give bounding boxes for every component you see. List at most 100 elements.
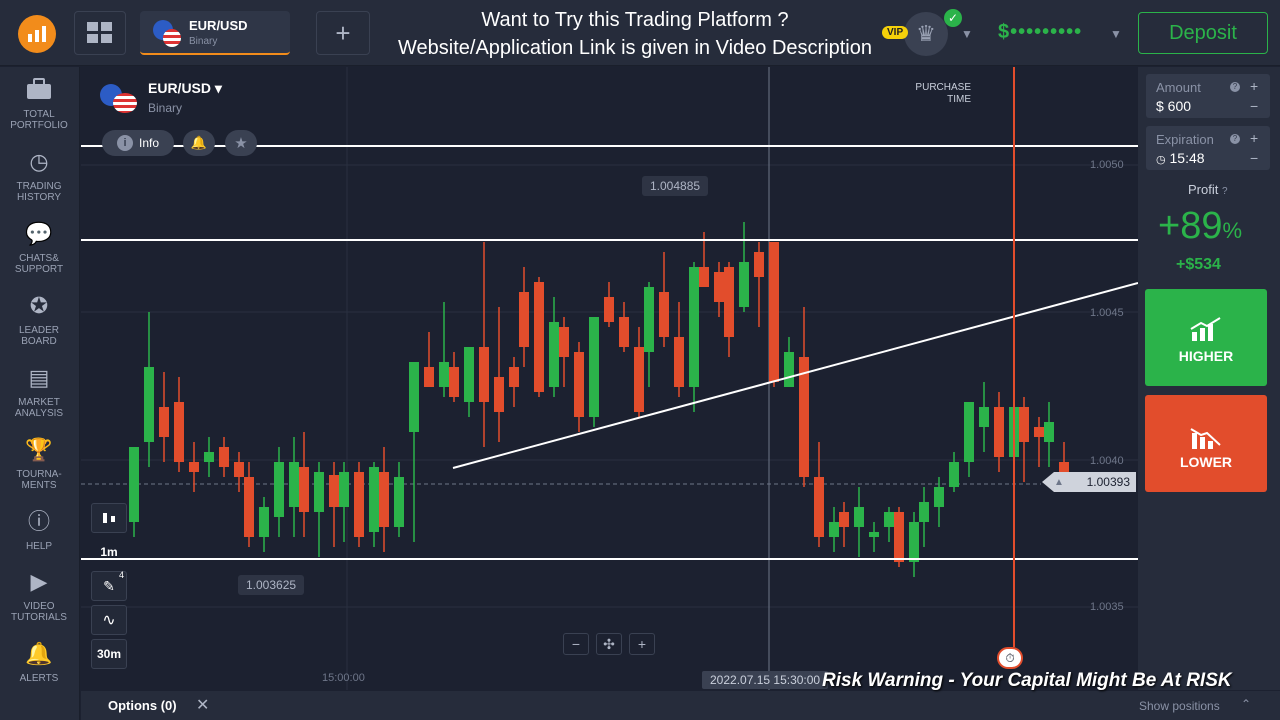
price-chart[interactable]: [81, 67, 1138, 690]
y-tick-label: 1.0045: [1090, 307, 1124, 319]
chart-asset-type: Binary: [148, 101, 183, 115]
amount-field[interactable]: Amount ? $ 600 + −: [1146, 74, 1270, 118]
zoom-in-button[interactable]: +: [629, 633, 655, 655]
sidebar-item-trading-history[interactable]: ◷ TRADING HISTORY: [0, 149, 78, 203]
candle-body: [699, 267, 709, 287]
info-button[interactable]: i Info: [102, 130, 174, 156]
account-crown-icon[interactable]: ♛: [904, 12, 948, 56]
candle-body: [424, 367, 434, 387]
candle-body: [934, 487, 944, 507]
info-label: Info: [138, 136, 159, 150]
pencil-icon: ✎: [103, 577, 115, 594]
percent-sign: %: [1222, 218, 1243, 243]
expiration-timer-icon[interactable]: ⏱: [997, 647, 1023, 669]
favorite-star-button[interactable]: ★: [225, 130, 257, 156]
zoom-out-button[interactable]: −: [563, 633, 589, 655]
expiration-value[interactable]: ◷ 15:48: [1156, 150, 1205, 166]
candle-body: [439, 362, 449, 387]
expiration-increase-button[interactable]: +: [1250, 130, 1258, 146]
candle-body: [1034, 427, 1044, 437]
candle-body: [219, 447, 229, 467]
candle-body: [189, 462, 199, 472]
bell-icon: 🔔: [190, 135, 208, 150]
help-icon: ?: [1221, 186, 1228, 197]
expiration-decrease-button[interactable]: −: [1250, 150, 1258, 166]
timeframe-button[interactable]: 1m: [91, 537, 127, 567]
amount-value[interactable]: $ 600: [1156, 98, 1191, 114]
candle-body: [289, 462, 299, 507]
candle-body: [509, 367, 519, 387]
candle-body: [394, 477, 404, 527]
candle-body: [909, 522, 919, 562]
candles-group: [129, 222, 1069, 577]
zoom-reset-button[interactable]: ✣: [596, 633, 622, 655]
profit-label-text: Profit: [1188, 182, 1219, 197]
candle-body: [234, 462, 244, 477]
sidebar-item-alerts[interactable]: 🔔 ALERTS: [0, 641, 78, 684]
drawing-tools-button[interactable]: ✎ 4: [91, 570, 127, 601]
caret-down-icon: ▾: [214, 80, 222, 96]
show-positions-link[interactable]: Show positions: [1139, 699, 1220, 713]
sidebar-item-video-tutorials[interactable]: ▶ VIDEO TUTORIALS: [0, 569, 78, 623]
candle-body: [854, 507, 864, 527]
amount-decrease-button[interactable]: −: [1250, 98, 1258, 114]
amount-increase-button[interactable]: +: [1250, 78, 1258, 94]
chart-asset-selector[interactable]: EUR/USD ▾: [148, 80, 222, 97]
add-asset-button[interactable]: +: [316, 11, 370, 55]
candle-body: [674, 337, 684, 387]
sidebar-item-label: VIDEO TUTORIALS: [11, 601, 67, 623]
info-icon: i: [116, 135, 133, 151]
candle-body: [259, 507, 269, 537]
purchase-time-label: PURCHASE TIME: [900, 82, 971, 106]
candle-body: [314, 472, 324, 512]
sidebar: TOTAL PORTFOLIO ◷ TRADING HISTORY 💬 CHAT…: [0, 67, 80, 720]
account-balance[interactable]: $•••••••••: [998, 21, 1082, 44]
x-tick-label: 15:00:00: [322, 672, 365, 684]
interval-button[interactable]: 30m: [91, 639, 127, 669]
sidebar-item-market-analysis[interactable]: ▤ MARKET ANALYSIS: [0, 365, 78, 419]
candle-body: [574, 352, 584, 417]
lower-label: LOWER: [1179, 454, 1233, 470]
logo-icon[interactable]: [18, 15, 56, 53]
top-bar: EUR/USD Binary + Want to Try this Tradin…: [0, 0, 1280, 66]
y-tick-label: 1.0040: [1090, 455, 1124, 467]
indicators-button[interactable]: ∿: [91, 605, 127, 635]
sidebar-item-label: LEADER BOARD: [18, 325, 59, 347]
lower-button[interactable]: LOWER: [1145, 395, 1267, 492]
star-icon: ★: [234, 135, 248, 152]
candle-body: [689, 267, 699, 387]
candle-body: [644, 287, 654, 352]
candle-body: [329, 475, 339, 507]
bottom-bar: Options (0) ✕ Show positions ⌃: [81, 691, 1280, 720]
options-tab[interactable]: Options (0): [108, 698, 177, 713]
candle-body: [274, 462, 284, 517]
sidebar-item-total-portfolio[interactable]: TOTAL PORTFOLIO: [0, 77, 78, 131]
low-price-label: 1.003625: [238, 575, 305, 595]
chevron-down-icon[interactable]: ▼: [961, 27, 973, 41]
sidebar-item-tournaments[interactable]: 🏆 TOURNA- MENTS: [0, 437, 78, 491]
sidebar-item-help[interactable]: ⓘ HELP: [0, 509, 78, 552]
sidebar-item-leader-board[interactable]: ✪ LEADER BOARD: [0, 293, 78, 347]
chevron-up-icon[interactable]: ⌃: [1241, 697, 1251, 711]
candle-body: [339, 472, 349, 507]
amount-label: Amount: [1156, 80, 1201, 95]
promo-line-2: Website/Application Link is given in Vid…: [398, 37, 872, 59]
expiration-field[interactable]: Expiration ? ◷ 15:48 + −: [1146, 126, 1270, 170]
current-price-tag: ▲ 1.00393: [1042, 472, 1136, 492]
promo-banner: Want to Try this Trading Platform ? Webs…: [370, 6, 900, 62]
candle-body: [979, 407, 989, 427]
grid-icon: [87, 22, 112, 43]
balance-chevron-down-icon[interactable]: ▼: [1110, 27, 1122, 41]
candle-body: [1044, 422, 1054, 442]
candlestick-chart[interactable]: [81, 67, 1138, 690]
alert-bell-button[interactable]: 🔔: [183, 130, 215, 156]
close-icon[interactable]: ✕: [196, 695, 209, 715]
asset-tab-eurusd[interactable]: EUR/USD Binary: [140, 11, 290, 55]
deposit-button[interactable]: Deposit: [1138, 12, 1268, 54]
leaderboard-icon: ✪: [29, 293, 49, 318]
sidebar-item-chats-support[interactable]: 💬 CHATS& SUPPORT: [0, 221, 78, 275]
apps-grid-button[interactable]: [74, 11, 126, 55]
sidebar-item-label: TOURNA- MENTS: [16, 469, 62, 491]
chart-type-button[interactable]: [91, 503, 127, 533]
higher-button[interactable]: HIGHER: [1145, 289, 1267, 386]
